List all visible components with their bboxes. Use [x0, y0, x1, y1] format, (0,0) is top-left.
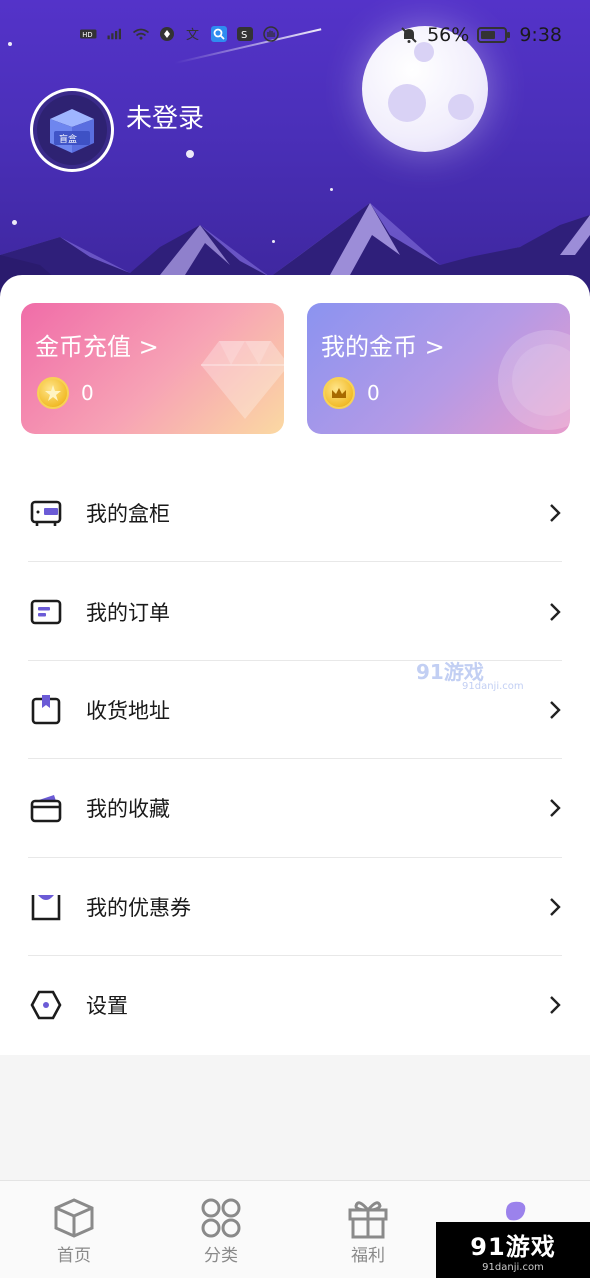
order-icon — [30, 596, 62, 628]
menu-item-label: 我的盒柜 — [86, 502, 170, 527]
tab-label: 分类 — [204, 1246, 238, 1266]
menu-list: 我的盒柜 我的订单 收货地址 我的收藏 我的优惠券 设置 — [0, 464, 590, 1054]
coin-recharge-title: 金币充值 > — [35, 333, 159, 361]
menu-item-settings[interactable]: 设置 — [0, 956, 590, 1054]
menu-item-box-cabinet[interactable]: 我的盒柜 — [0, 464, 590, 563]
box-cabinet-icon — [30, 497, 62, 529]
menu-item-label: 设置 — [86, 994, 128, 1019]
watermark-91-mid: 91游戏 91danji.com — [416, 656, 524, 692]
menu-item-favorites[interactable]: 我的收藏 — [0, 759, 590, 858]
tab-category[interactable]: 分类 — [171, 1195, 271, 1266]
svg-text:文: 文 — [186, 28, 199, 42]
status-bar: HD 文 S 56% 9:38 — [0, 0, 590, 72]
app-notification-icon — [160, 27, 174, 41]
watermark-91-corner: 91游戏 91danji.com — [436, 1222, 590, 1278]
avatar-box-label: 盲盒 — [59, 133, 77, 145]
my-coins-card[interactable]: 我的金币 > 0 — [307, 303, 570, 434]
my-coins-title: 我的金币 > — [321, 333, 445, 361]
translate-icon: 文 — [186, 28, 199, 42]
settings-hexagon-icon — [30, 989, 62, 1021]
menu-item-label: 我的优惠券 — [86, 895, 191, 920]
favorites-wallet-icon — [30, 792, 62, 824]
menu-item-label: 我的订单 — [86, 600, 170, 625]
login-status[interactable]: 未登录 — [126, 98, 204, 135]
category-grid-icon — [171, 1195, 271, 1241]
address-bookmark-icon — [30, 694, 62, 726]
hand-icon — [263, 26, 279, 42]
tab-welfare[interactable]: 福利 — [318, 1195, 418, 1266]
mute-bell-icon — [401, 27, 417, 43]
menu-item-label: 收货地址 — [86, 698, 170, 723]
chevron-right-icon — [550, 701, 561, 719]
star-coin-icon — [37, 377, 69, 409]
crown-coin-icon — [323, 377, 355, 409]
watermark-mid-site: 91danji.com — [462, 681, 524, 692]
battery-percent: 56% — [427, 24, 470, 46]
status-icons-left: HD 文 S — [80, 26, 280, 42]
clock: 9:38 — [519, 24, 562, 46]
blind-box-icon: 盲盒 — [50, 109, 94, 153]
tab-label: 福利 — [351, 1246, 385, 1266]
chevron-right-icon — [550, 504, 561, 523]
watermark-site: 91danji.com — [482, 1262, 544, 1273]
coin-recharge-card[interactable]: 金币充值 > 0 — [21, 303, 284, 434]
my-coins-value: 0 — [367, 381, 380, 405]
svg-text:HD: HD — [82, 31, 92, 39]
hd-icon: HD — [80, 29, 97, 39]
s-app-icon: S — [237, 27, 253, 41]
cube-icon — [24, 1195, 124, 1241]
menu-item-coupons[interactable]: 我的优惠券 — [0, 858, 590, 956]
diamond-icon — [201, 341, 284, 419]
coupon-icon — [30, 891, 62, 923]
menu-item-orders[interactable]: 我的订单 — [0, 562, 590, 661]
watermark-brand: 91游戏 — [470, 1233, 556, 1261]
menu-item-label: 我的收藏 — [86, 797, 170, 822]
gift-icon — [318, 1195, 418, 1241]
tab-label: 首页 — [57, 1246, 91, 1266]
tab-home[interactable]: 首页 — [24, 1195, 124, 1266]
chevron-right-icon — [550, 799, 561, 818]
chevron-right-icon — [550, 602, 561, 621]
search-app-icon — [211, 26, 227, 42]
battery-icon — [477, 27, 511, 43]
signal-icon — [107, 28, 121, 40]
svg-text:S: S — [241, 30, 247, 41]
crown-coin-watermark-icon — [498, 330, 570, 430]
status-icons-right: 56% 9:38 — [399, 24, 562, 46]
wifi-icon — [132, 28, 150, 40]
chevron-right-icon — [550, 996, 561, 1014]
chevron-right-icon — [550, 897, 561, 916]
avatar[interactable]: 盲盒 — [30, 88, 114, 172]
coin-recharge-value: 0 — [81, 381, 94, 405]
